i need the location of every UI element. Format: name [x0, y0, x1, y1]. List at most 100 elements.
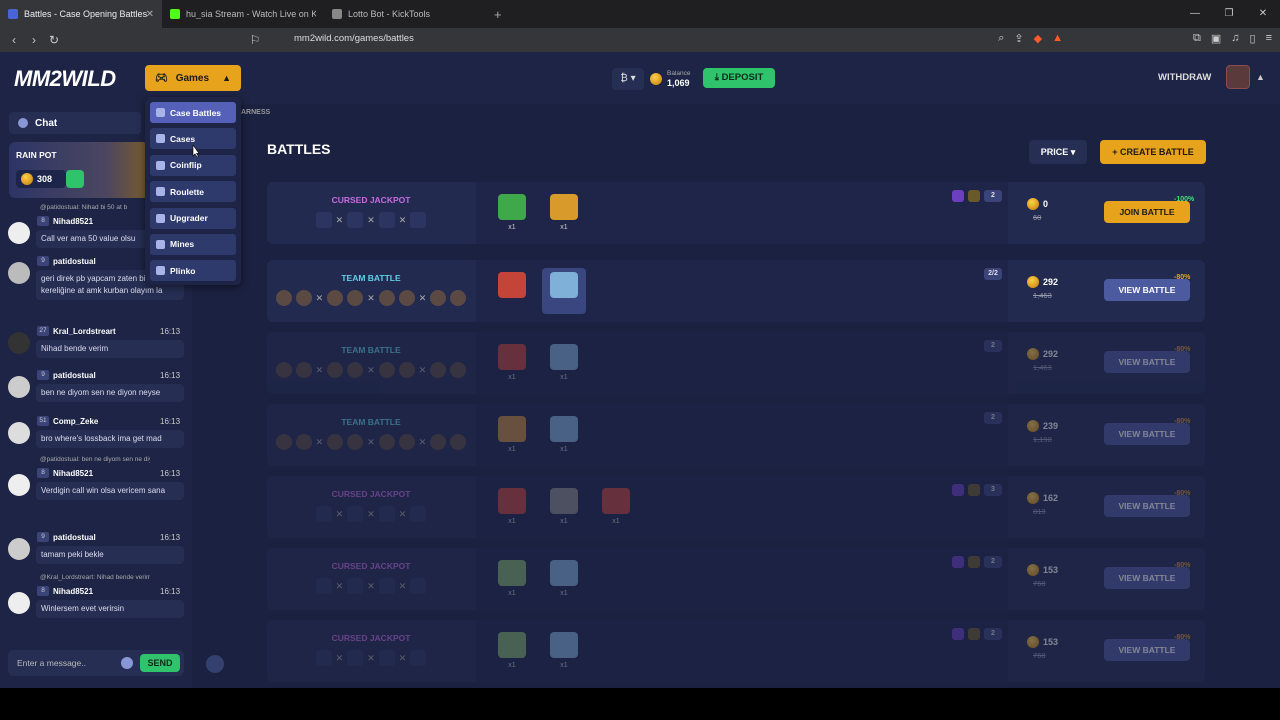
share-icon[interactable]: ⇪ [1014, 32, 1023, 45]
player-slot[interactable] [347, 578, 364, 594]
wallet-icon[interactable]: ▣ [1211, 32, 1221, 45]
battle-row[interactable]: CURSED JACKPOT ✕ ✕ ✕ x1 x1 2 153 768 VIEW BA… [267, 620, 1205, 682]
case-thumbnail[interactable]: x1 [490, 190, 534, 236]
player-slot[interactable] [315, 578, 332, 594]
games-menu-item-plinko[interactable]: Plinko [150, 260, 236, 282]
player-slot[interactable] [378, 212, 395, 228]
user-avatar[interactable] [8, 538, 30, 560]
player-slot[interactable] [410, 650, 427, 666]
case-thumbnail[interactable]: x1 [542, 556, 586, 602]
case-thumbnail[interactable]: x1 [542, 412, 586, 458]
case-thumbnail[interactable]: x1 [490, 556, 534, 602]
emoji-icon[interactable] [121, 657, 133, 669]
games-menu-item-upgrader[interactable]: Upgrader [150, 207, 236, 229]
reload-icon[interactable]: ↻ [44, 33, 64, 47]
case-thumbnail[interactable]: x1 [542, 628, 586, 674]
battle-row[interactable]: CURSED JACKPOT ✕ ✕ ✕ x1 x1 x1 3 162 813 VIEW … [267, 476, 1205, 538]
create-battle-button[interactable]: + CREATE BATTLE [1100, 140, 1206, 164]
rewards-icon[interactable]: ▲ [1052, 32, 1063, 45]
player-slot[interactable] [347, 506, 364, 522]
view-battle-button[interactable]: VIEW BATTLE [1104, 351, 1190, 373]
user-avatar[interactable] [1226, 65, 1250, 89]
user-avatar[interactable] [8, 422, 30, 444]
player-slot[interactable] [410, 506, 427, 522]
player-slot[interactable] [347, 212, 364, 228]
username[interactable]: patidostual [53, 257, 96, 266]
player-slot[interactable] [378, 506, 395, 522]
player-slot[interactable] [410, 212, 427, 228]
forward-icon[interactable]: › [24, 33, 44, 47]
player-slot[interactable] [410, 578, 427, 594]
maximize-icon[interactable]: ❐ [1212, 0, 1246, 28]
user-avatar[interactable] [8, 474, 30, 496]
case-thumbnail[interactable]: x1 [490, 628, 534, 674]
minimize-icon[interactable]: — [1178, 0, 1212, 28]
case-thumbnail[interactable]: x1 [490, 340, 534, 386]
games-menu-item-roulette[interactable]: Roulette [150, 181, 236, 203]
bookmark-icon[interactable]: ⚐ [245, 33, 265, 47]
player-slot[interactable] [378, 578, 395, 594]
url-field[interactable]: mm2wild.com/games/battles [294, 33, 414, 44]
chat-tab[interactable]: Chat [9, 112, 141, 134]
price-sort-button[interactable]: PRICE ▾ [1029, 140, 1087, 164]
view-battle-button[interactable]: VIEW BATTLE [1104, 279, 1190, 301]
browser-tab-battles[interactable]: Battles - Case Opening Battles ✕ [0, 0, 162, 28]
new-tab-icon[interactable]: + [494, 7, 502, 22]
battle-row[interactable]: TEAM BATTLE ✕ ✕ ✕ x1 x1 2 239 1,198 VIEW BAT… [267, 404, 1205, 466]
username[interactable]: Nihad8521 [53, 217, 93, 226]
battle-row[interactable]: CURSED JACKPOT ✕ ✕ ✕ x1 x1 2 0 60 JOIN BATTL… [267, 182, 1205, 244]
username[interactable]: Kral_Lordstreart [53, 327, 116, 336]
site-logo[interactable]: MM2WILD [14, 66, 116, 92]
player-slot[interactable] [347, 650, 364, 666]
brave-shield-icon[interactable]: ◆ [1034, 32, 1042, 45]
fairness-link[interactable]: ARNESS [241, 109, 270, 116]
media-icon[interactable]: ♫ [1231, 32, 1239, 45]
close-icon[interactable]: ✕ [146, 9, 154, 20]
battle-row[interactable]: TEAM BATTLE ✕ ✕ ✕ x1 x1 2 292 1,463 VIEW BAT… [267, 332, 1205, 394]
chevron-up-icon[interactable]: ▲ [1256, 72, 1265, 82]
user-avatar[interactable] [8, 592, 30, 614]
username[interactable]: Nihad8521 [53, 587, 93, 596]
case-thumbnail[interactable]: x1 [542, 340, 586, 386]
sidebar-toggle-icon[interactable]: ▯ [1250, 32, 1256, 45]
case-thumbnail[interactable]: x1 [594, 484, 638, 530]
rain-join-button[interactable] [66, 170, 84, 188]
view-battle-button[interactable]: VIEW BATTLE [1104, 495, 1190, 517]
back-icon[interactable]: ‹ [4, 33, 24, 47]
player-slot[interactable] [378, 650, 395, 666]
window-close-icon[interactable]: ✕ [1246, 0, 1280, 28]
case-thumbnail[interactable]: x1 [542, 190, 586, 236]
games-menu-item-mines[interactable]: Mines [150, 233, 236, 255]
games-menu-item-case-battles[interactable]: Case Battles [150, 102, 236, 123]
browser-tab-lotto[interactable]: Lotto Bot - KickTools [324, 0, 486, 28]
currency-selector[interactable]: ₿ ▾ [612, 68, 644, 90]
extensions-icon[interactable]: ⧉ [1193, 32, 1201, 45]
case-thumbnail[interactable] [542, 268, 586, 314]
player-slot[interactable] [315, 506, 332, 522]
withdraw-button[interactable]: WITHDRAW [1158, 72, 1211, 83]
case-thumbnail[interactable]: x1 [490, 412, 534, 458]
user-avatar[interactable] [8, 376, 30, 398]
games-menu-button[interactable]: 🎮︎ Games ▲ [145, 65, 241, 91]
zoom-icon[interactable]: ⌕ [998, 32, 1004, 45]
view-battle-button[interactable]: VIEW BATTLE [1104, 423, 1190, 445]
user-avatar[interactable] [8, 262, 30, 284]
user-avatar[interactable] [8, 222, 30, 244]
menu-icon[interactable]: ≡ [1266, 32, 1272, 45]
battle-row[interactable]: CURSED JACKPOT ✕ ✕ ✕ x1 x1 2 153 768 VIEW BA… [267, 548, 1205, 610]
deposit-button[interactable]: ⤓ DEPOSIT [703, 68, 775, 88]
view-battle-button[interactable]: VIEW BATTLE [1104, 639, 1190, 661]
view-battle-button[interactable]: VIEW BATTLE [1104, 567, 1190, 589]
case-thumbnail[interactable]: x1 [542, 484, 586, 530]
join-battle-button[interactable]: JOIN BATTLE [1104, 201, 1190, 223]
chat-toggle-icon[interactable] [206, 655, 224, 673]
case-thumbnail[interactable]: x1 [490, 484, 534, 530]
username[interactable]: Comp_Zeke [53, 417, 98, 426]
username[interactable]: patidostual [53, 533, 96, 542]
browser-tab-stream[interactable]: hu_sia Stream - Watch Live on Ki [162, 0, 324, 28]
player-slot[interactable] [315, 212, 332, 228]
user-avatar[interactable] [8, 332, 30, 354]
games-menu-item-coinflip[interactable]: Coinflip [150, 154, 236, 176]
username[interactable]: Nihad8521 [53, 469, 93, 478]
send-button[interactable]: SEND [140, 654, 180, 672]
